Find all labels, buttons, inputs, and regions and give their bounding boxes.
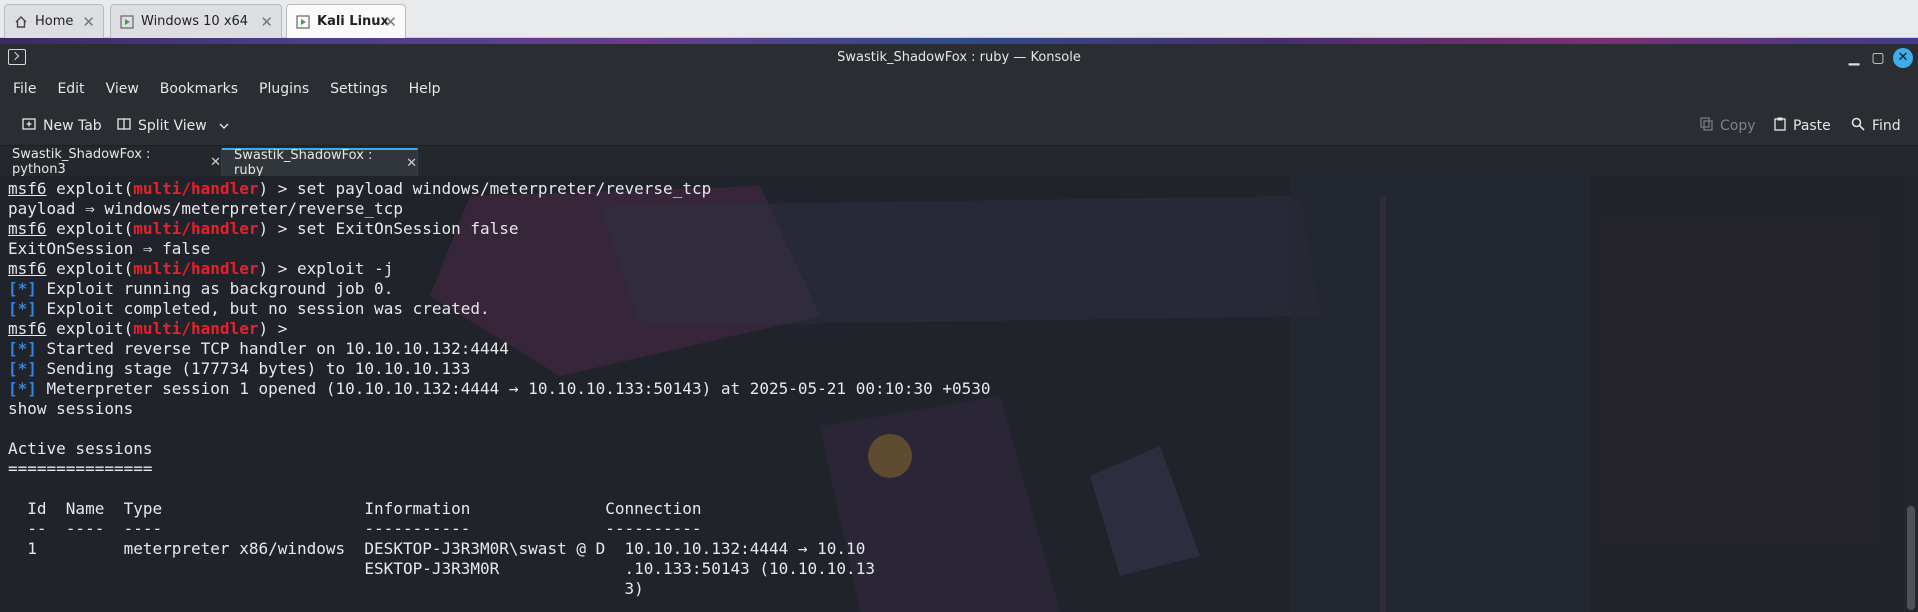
- output-line: Started reverse TCP handler on 10.10.10.…: [36, 339, 509, 358]
- table-row: 3): [8, 579, 644, 598]
- vm-tab-home[interactable]: Home ✕: [4, 4, 104, 38]
- terminal-view[interactable]: msf6 exploit(multi/handler) > set payloa…: [0, 176, 1918, 612]
- find-label: Find: [1872, 118, 1901, 134]
- paste-icon: [1774, 117, 1786, 135]
- prompt-module: multi/handler: [133, 319, 259, 338]
- table-header: Id Name Type Information Connection: [8, 499, 702, 518]
- close-icon[interactable]: ✕: [260, 13, 273, 31]
- table-divider: -- ---- ---- ----------- ----------: [8, 519, 702, 538]
- prompt-user: msf6: [8, 259, 47, 278]
- menu-help[interactable]: Help: [409, 81, 441, 97]
- tab-label: Swastik_ShadowFox : python3: [12, 147, 151, 177]
- title-bar: Swastik_ShadowFox : ruby — Konsole ▁ ▢ ✕: [0, 44, 1918, 72]
- menu-bar: File Edit View Bookmarks Plugins Setting…: [0, 72, 1918, 106]
- search-icon: [1851, 117, 1865, 135]
- copy-label: Copy: [1720, 118, 1756, 134]
- vm-tab-label: Windows 10 x64: [141, 14, 249, 29]
- prompt-exploit: exploit(: [56, 219, 134, 238]
- vm-running-icon: [296, 14, 310, 29]
- output-line: Exploit running as background job 0.: [36, 279, 394, 298]
- split-view-button[interactable]: Split View: [117, 117, 229, 135]
- command-line: set payload windows/meterpreter/reverse_…: [287, 179, 712, 198]
- output-line: Exploit completed, but no session was cr…: [36, 299, 490, 318]
- section-heading: Active sessions: [8, 439, 153, 458]
- prompt-close: ) >: [258, 319, 288, 338]
- prompt-user: msf6: [8, 179, 47, 198]
- split-view-icon: [117, 117, 131, 135]
- command-line: exploit -j: [287, 259, 394, 278]
- vm-tab-label: Home: [35, 14, 74, 29]
- info-marker: [*]: [8, 339, 37, 358]
- vm-tab-kali[interactable]: Kali Linux ✕: [286, 4, 406, 38]
- table-row: ESKTOP-J3R3M0R .10.133:50143 (10.10.10.1…: [8, 559, 875, 578]
- prompt-exploit: exploit(: [56, 259, 134, 278]
- prompt-module: multi/handler: [133, 219, 259, 238]
- close-icon[interactable]: ✕: [384, 13, 397, 31]
- vm-tab-label: Kali Linux: [317, 14, 389, 29]
- konsole-window: Swastik_ShadowFox : ruby — Konsole ▁ ▢ ✕…: [0, 44, 1918, 612]
- window-title: Swastik_ShadowFox : ruby — Konsole: [837, 50, 1081, 65]
- menu-view[interactable]: View: [106, 81, 139, 97]
- prompt-user: msf6: [8, 319, 47, 338]
- scrollbar[interactable]: [1904, 176, 1918, 612]
- info-marker: [*]: [8, 379, 37, 398]
- close-icon[interactable]: ✕: [406, 156, 417, 171]
- close-icon[interactable]: ✕: [210, 155, 221, 170]
- copy-icon: [1700, 117, 1713, 135]
- terminal-output: msf6 exploit(multi/handler) > set payloa…: [8, 179, 991, 599]
- session-tab-bar: Swastik_ShadowFox : python3 ✕ Swastik_Sh…: [0, 146, 1918, 178]
- menu-bookmarks[interactable]: Bookmarks: [160, 81, 238, 97]
- info-marker: [*]: [8, 299, 37, 318]
- close-button[interactable]: ✕: [1893, 48, 1913, 68]
- info-marker: [*]: [8, 359, 37, 378]
- toolbar: New Tab Split View Copy Paste Find: [0, 106, 1918, 146]
- prompt-module: multi/handler: [133, 179, 259, 198]
- prompt-exploit: exploit(: [56, 179, 134, 198]
- split-view-label: Split View: [138, 118, 207, 134]
- tab-ruby[interactable]: Swastik_ShadowFox : ruby ✕: [222, 148, 418, 178]
- copy-button[interactable]: Copy: [1700, 117, 1756, 135]
- menu-plugins[interactable]: Plugins: [259, 81, 309, 97]
- tab-python3[interactable]: Swastik_ShadowFox : python3 ✕: [0, 147, 222, 177]
- output-line: ExitOnSession ⇒ false: [8, 239, 211, 258]
- command-line: show sessions: [8, 399, 134, 418]
- command-line: set ExitOnSession false: [287, 219, 519, 238]
- info-marker: [*]: [8, 279, 37, 298]
- vm-tab-windows[interactable]: Windows 10 x64 ✕: [110, 4, 282, 38]
- prompt-user: msf6: [8, 219, 47, 238]
- chevron-down-icon[interactable]: [219, 118, 229, 134]
- prompt-module: multi/handler: [133, 259, 259, 278]
- prompt-exploit: exploit(: [56, 319, 134, 338]
- output-line: Meterpreter session 1 opened (10.10.10.1…: [36, 379, 991, 398]
- prompt-close: ) >: [258, 259, 288, 278]
- maximize-button[interactable]: ▢: [1868, 48, 1888, 68]
- table-row: 1 meterpreter x86/windows DESKTOP-J3R3M0…: [8, 539, 866, 558]
- heading-underline: ===============: [8, 459, 153, 478]
- menu-file[interactable]: File: [13, 81, 36, 97]
- find-button[interactable]: Find: [1851, 117, 1901, 135]
- new-tab-button[interactable]: New Tab: [22, 117, 102, 135]
- prompt-close: ) >: [258, 219, 288, 238]
- output-line: payload ⇒ windows/meterpreter/reverse_tc…: [8, 199, 403, 218]
- minimize-button[interactable]: ▁: [1844, 48, 1864, 68]
- prompt-close: ) >: [258, 179, 288, 198]
- vm-running-icon: [120, 14, 134, 29]
- paste-button[interactable]: Paste: [1774, 117, 1831, 135]
- menu-settings[interactable]: Settings: [330, 81, 387, 97]
- close-icon[interactable]: ✕: [82, 13, 95, 31]
- menu-edit[interactable]: Edit: [57, 81, 84, 97]
- scrollbar-thumb[interactable]: [1907, 506, 1915, 610]
- vm-tab-bar: Home ✕ Windows 10 x64 ✕ Kali Linux ✕: [0, 0, 1918, 38]
- tab-label: Swastik_ShadowFox : ruby: [234, 148, 373, 178]
- output-line: Sending stage (177734 bytes) to 10.10.10…: [36, 359, 471, 378]
- new-tab-label: New Tab: [43, 118, 102, 134]
- paste-label: Paste: [1793, 118, 1831, 134]
- home-icon: [14, 15, 28, 29]
- new-tab-icon: [22, 117, 36, 135]
